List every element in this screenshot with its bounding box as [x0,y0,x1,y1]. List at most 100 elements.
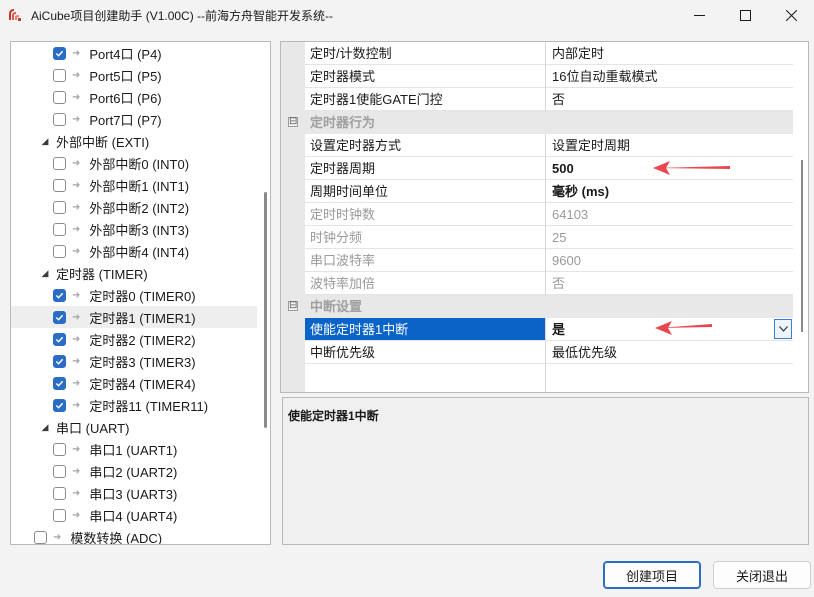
tree-checkbox[interactable] [53,310,66,324]
tree-item[interactable]: ➜ 外部中断3 (INT3) [11,218,257,240]
tree-item[interactable]: ➜ Port6口 (P6) [11,86,257,108]
tree-checkbox[interactable] [53,178,66,192]
property-name[interactable]: 定时器模式 [305,65,546,88]
value-dropdown-button[interactable] [774,319,792,339]
tree-checkbox[interactable] [53,332,66,346]
collapse-icon[interactable]: ⊟ [288,301,298,311]
close-exit-button[interactable]: 关闭退出 [713,561,811,589]
property-grid[interactable]: 中断优先级 最低优先级 使能定时器1中断是 ⊟ 中断设置 波特率加倍否串口波特率 9600 时… [280,41,809,393]
tree-item[interactable]: ➜ 外部中断1 (INT1) [11,174,257,196]
property-value[interactable]: 最低优先级 [546,341,793,364]
tree-checkbox[interactable] [53,46,66,60]
property-name[interactable]: 中断优先级 [305,341,546,364]
tree-item[interactable]: ➜ Port7口 (P7) [11,108,257,130]
property-category[interactable]: ⊟ 定时器行为 [281,111,793,134]
expand-triangle-icon[interactable]: ◢ [40,262,50,284]
property-value[interactable]: 内部定时 [546,42,793,65]
tree-item[interactable]: ➜ Port4口 (P4) [11,42,257,64]
minimize-button[interactable] [676,0,722,30]
expand-triangle-icon[interactable]: ◢ [40,130,50,152]
property-name[interactable]: 定时器1使能GATE门控 [305,88,546,111]
tree-item[interactable]: ➜ 定时器4 (TIMER4) [11,372,257,394]
property-name[interactable]: 定时器周期 [305,157,546,180]
close-button[interactable] [768,0,814,30]
property-row[interactable]: 中断优先级 最低优先级 [281,341,793,364]
property-row[interactable]: 设置定时器方式 设置定时周期 [281,134,793,157]
property-row[interactable]: 周期时间单位 毫秒 (ms) [281,180,793,203]
tree-item[interactable]: ➜ Port5口 (P5) [11,64,257,86]
tree-checkbox[interactable] [53,90,66,104]
tree-checkbox[interactable] [53,398,66,412]
collapse-icon[interactable]: ⊟ [288,117,298,127]
property-row[interactable]: 波特率加倍否 [281,272,793,295]
tree-checkbox[interactable] [53,222,66,236]
tree-scrollbar[interactable] [264,192,267,428]
close-icon [785,9,797,21]
property-row[interactable]: 定时器模式 16位自动重载模式 [281,65,793,88]
property-value[interactable]: 设置定时周期 [546,134,793,157]
property-value[interactable]: 否 [546,272,793,295]
tree-checkbox[interactable] [53,486,66,500]
tree-checkbox[interactable] [34,530,47,544]
property-row[interactable]: 定时器周期 500 [281,157,793,180]
property-name[interactable]: 定时/计数控制 [305,42,546,65]
tree-item-label: 定时器4 (TIMER4) [89,376,196,392]
property-row[interactable]: 定时时钟数 64103 [281,203,793,226]
tree-checkbox[interactable] [53,508,66,522]
tree-group-node[interactable]: ◢ 外部中断 (EXTI) [11,130,257,152]
property-row[interactable]: 串口波特率 9600 [281,249,793,272]
expand-triangle-icon[interactable]: ◢ [40,416,50,438]
tree-item[interactable]: ➜ 串口2 (UART2) [11,460,257,482]
create-project-button[interactable]: 创建项目 [603,561,701,589]
property-name[interactable]: 使能定时器1中断 [305,318,546,341]
peripheral-tree[interactable]: ➜ Port4口 (P4) ➜ Port5口 (P5) ➜ Port6口 (P6) ➜ Por… [10,41,271,545]
tree-checkbox[interactable] [53,68,66,82]
grid-scrollbar[interactable] [801,160,803,332]
tree-group-node[interactable]: ◢ 串口 (UART) [11,416,257,438]
property-value[interactable]: 9600 [546,249,793,272]
property-name[interactable]: 定时时钟数 [305,203,546,226]
tree-item[interactable]: ➜ 外部中断4 (INT4) [11,240,257,262]
tree-item[interactable]: ➜ 模数转换 (ADC) [11,526,257,544]
property-value[interactable]: 25 [546,226,793,249]
tree-checkbox[interactable] [53,156,66,170]
row-gutter [281,88,305,111]
property-value[interactable]: 毫秒 (ms) [546,180,793,203]
tree-item[interactable]: ➜ 串口1 (UART1) [11,438,257,460]
property-value[interactable]: 否 [546,88,793,111]
property-row[interactable]: 定时/计数控制 内部定时 [281,42,793,65]
tree-item[interactable]: ➜ 串口4 (UART4) [11,504,257,526]
property-row[interactable]: 定时器1使能GATE门控否 [281,88,793,111]
tree-checkbox[interactable] [53,112,66,126]
property-row[interactable]: 使能定时器1中断是 [281,318,793,341]
tree-group-node[interactable]: ◢ 定时器 (TIMER) [11,262,257,284]
property-value[interactable]: 500 [546,157,793,180]
maximize-button[interactable] [722,0,768,30]
tree-checkbox[interactable] [53,244,66,258]
property-name[interactable]: 周期时间单位 [305,180,546,203]
tree-checkbox[interactable] [53,442,66,456]
property-value[interactable]: 16位自动重载模式 [546,65,793,88]
tree-checkbox[interactable] [53,288,66,302]
tree-checkbox[interactable] [53,200,66,214]
property-name[interactable]: 时钟分频 [305,226,546,249]
property-name[interactable]: 波特率加倍 [305,272,546,295]
tree-checkbox[interactable] [53,354,66,368]
property-value[interactable]: 是 [546,318,793,341]
tree-item[interactable]: ➜ 定时器11 (TIMER11) [11,394,257,416]
property-value[interactable]: 64103 [546,203,793,226]
tree-checkbox[interactable] [53,376,66,390]
tree-item[interactable]: ➜ 定时器0 (TIMER0) [11,284,257,306]
tree-item[interactable]: ➜ 外部中断0 (INT0) [11,152,257,174]
tree-item[interactable]: ➜ 定时器2 (TIMER2) [11,328,257,350]
property-row[interactable]: 时钟分频 25 [281,226,793,249]
tree-checkbox[interactable] [53,464,66,478]
tree-item[interactable]: ➜ 外部中断2 (INT2) [11,196,257,218]
tree-item[interactable]: ➜ 定时器1 (TIMER1) [11,306,257,328]
property-name[interactable]: 串口波特率 [305,249,546,272]
tree-item[interactable]: ➜ 串口3 (UART3) [11,482,257,504]
property-name[interactable]: 设置定时器方式 [305,134,546,157]
tree-item-label: 外部中断 (EXTI) [56,134,150,150]
tree-item[interactable]: ➜ 定时器3 (TIMER3) [11,350,257,372]
property-category[interactable]: ⊟ 中断设置 [281,295,793,318]
